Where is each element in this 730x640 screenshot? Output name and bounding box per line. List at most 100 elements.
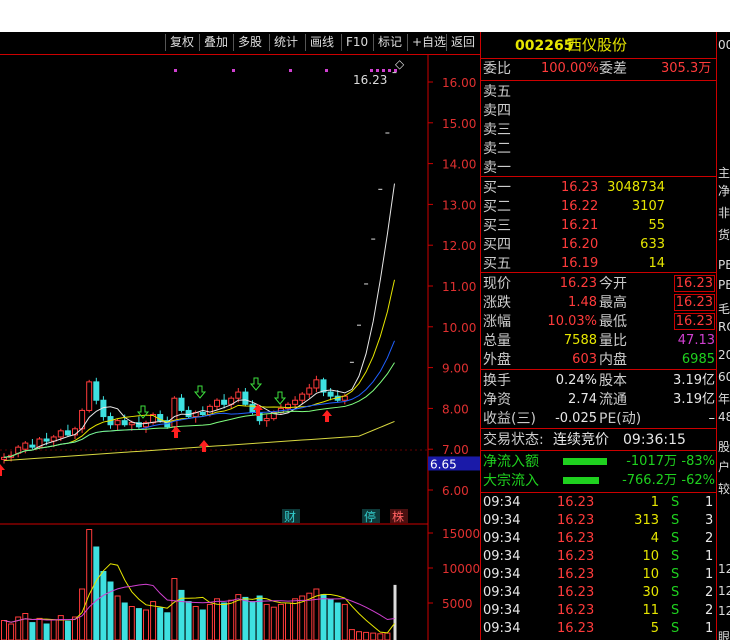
volume-tick-label: 15000 [442,527,480,541]
tick-price: 16.23 [557,585,595,600]
buy-price: 16.22 [561,199,599,214]
volume-tick-label: 5000 [442,597,473,611]
toolbar-button-8[interactable]: 返回 [446,34,479,51]
price-tick-label: 8.00 [442,402,469,416]
kline-chart[interactable]: 16.00 15.00 14.00 13.00 12.00 11.00 10.00 9.00 8… [0,54,480,640]
edge-text: 户 [718,460,730,474]
tick-volume: 10 [642,549,659,564]
toolbar-button-0[interactable]: 复权 [165,34,198,51]
tick-time: 09:34 [483,603,521,618]
quote-value: 16.23 [673,313,715,330]
tick-row: 09:34 16.23 10 S 1 [481,548,717,566]
candle [171,397,178,428]
toolbar-button-1[interactable]: 叠加 [199,34,232,51]
price-tick-label: 12.00 [442,239,476,253]
tick-price: 16.23 [557,513,595,528]
tick-row: 09:34 16.23 4 S 2 [481,530,717,548]
candle [242,391,249,405]
toolbar-button-7[interactable]: +自选 [407,34,450,51]
tick-time: 09:34 [483,549,521,564]
candle [306,387,313,395]
toolbar-button-6[interactable]: 标记 [373,34,406,51]
volume-bar [29,622,36,640]
tick-time: 09:34 [483,531,521,546]
edge-text: 主 [718,166,730,180]
signal-dot [376,69,379,72]
quote-label: 总量 [483,333,511,349]
quote-value: 7588 [563,333,597,348]
candle [249,403,256,413]
toolbar-button-4[interactable]: 画线 [305,34,338,51]
toolbar-button-2[interactable]: 多股 [233,34,266,51]
price-tick-label: 15.00 [442,117,476,131]
tick-side: S [671,567,680,582]
candle [327,391,334,397]
tick-count: 2 [705,585,714,600]
volume-bar [1,620,7,640]
buy-arrow-icon [171,426,181,438]
sell-label: 卖三 [483,122,511,138]
fund-label: 净资 [483,392,511,408]
candle [43,438,50,442]
edge-text: 00 [718,38,730,52]
volume-bar [114,595,121,640]
buy-label: 买三 [483,218,511,234]
quote-label: 今开 [599,276,627,292]
fund-value: – [708,411,716,426]
sell-arrow-icon [193,385,207,399]
quote-row: 外盘 603 内盘 6985 [481,351,717,369]
volume-bar [285,602,291,640]
price-tick-label: 9.00 [442,362,469,376]
tick-volume: 5 [650,621,659,636]
buy-label: 买一 [483,180,511,196]
buy-row: 买一 16.23 3048734 [481,179,717,197]
weicha-label: 委差 [599,61,627,77]
candle [29,444,36,448]
edge-text: 60 [718,370,730,384]
signal-dot [289,69,292,72]
quote-value: 16.23 [673,275,715,292]
quote-row: 涨幅 10.03% 最低 16.23 [481,313,717,331]
volume-bar [370,632,377,640]
price-tick-label: 6.00 [442,484,469,498]
candle [299,393,306,401]
tick-count: 2 [705,603,714,618]
volume-bar [143,609,149,640]
quote-label: 内盘 [599,352,627,368]
toolbar-button-5[interactable]: F10 [341,34,372,51]
candle [1,456,7,460]
candle [235,391,242,399]
tick-count: 3 [705,513,714,528]
event-tag[interactable]: 停 [364,509,376,524]
edge-text: 12 [718,562,730,576]
trade-status-row: 交易状态: 连续竞价 09:36:15 [481,431,717,449]
event-tag[interactable]: 财 [284,510,296,524]
tick-time: 09:34 [483,495,521,510]
sell-label: 卖一 [483,160,511,176]
tick-volume: 4 [650,531,659,546]
quote-label: 量比 [599,333,627,349]
volume-bar [36,617,43,640]
quote-label: 涨跌 [483,295,511,311]
candle [214,399,220,407]
volume-bar [221,602,228,640]
ma-long-line [3,420,395,462]
volume-bar [256,595,263,640]
fund-row: 换手 0.24% 股本 3.19亿 [481,372,717,390]
volume-bar [164,612,171,640]
event-tag[interactable]: 株 [392,509,404,524]
tick-volume: 11 [642,603,659,618]
ma-line [3,362,395,458]
quote-row: 总量 7588 量比 47.13 [481,332,717,350]
quote-row: 涨跌 1.48 最高 16.23 [481,294,717,312]
edge-text: 年 [718,392,730,406]
edge-text: 眼 [718,630,730,640]
toolbar-button-3[interactable]: 统计 [269,34,302,51]
buy-row: 买四 16.20 633 [481,236,717,254]
quote-panel: 002265 西仪股份 委比 100.00% 委差 305.3万 交易状态: 连… [480,32,717,640]
edge-text: 股 [718,440,730,454]
volume-bar [249,601,256,640]
quote-value: 6985 [681,352,715,367]
buy-volume: 3048734 [607,180,665,195]
sell-label: 卖五 [483,84,511,100]
